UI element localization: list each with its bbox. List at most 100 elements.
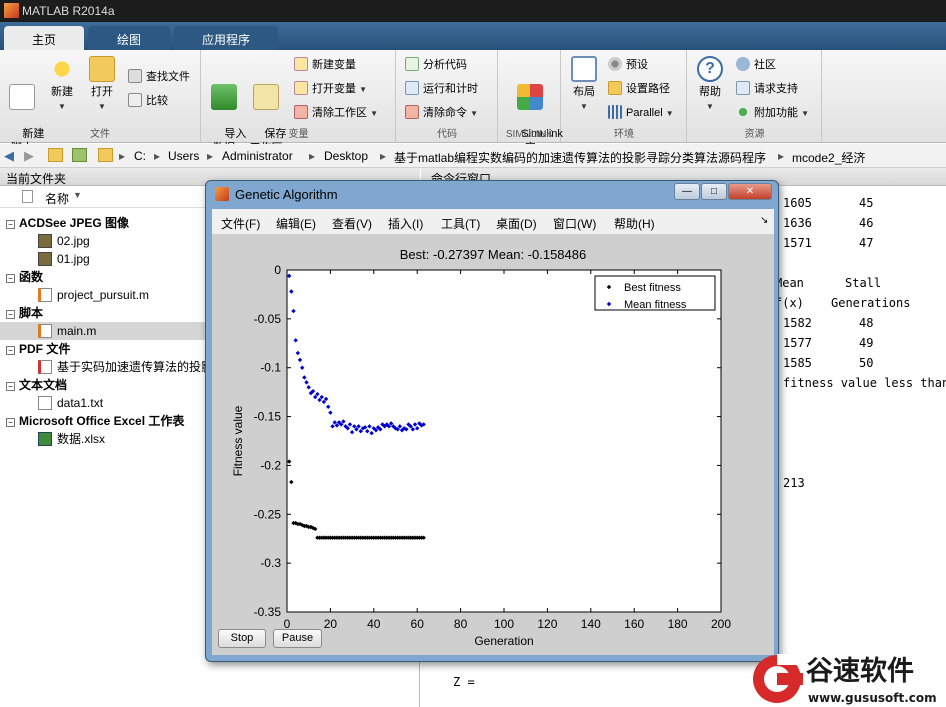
matlab-figure-icon [215, 187, 229, 201]
y-tick-label: -0.15 [254, 410, 282, 424]
stop-button[interactable]: Stop [218, 629, 266, 648]
save-workspace-icon [253, 84, 279, 110]
cmd-text: f(x) [775, 296, 804, 310]
cmd-text: 47 [859, 236, 874, 250]
group-code: 分析代码 运行和计时 清除命令 ▼ 代码 [397, 50, 498, 142]
cmd-text: 1605 [783, 196, 812, 210]
fitness-plot[interactable]: 0 20 40 60 80 100 120 140 160 180 2000-0.05-0.1-0.… [212, 235, 774, 655]
y-tick-label: 0 [274, 263, 281, 277]
breadcrumb-mcode2[interactable]: mcode2_经济 [792, 149, 865, 166]
collapse-icon[interactable]: − [6, 346, 15, 355]
collapse-icon[interactable]: − [6, 274, 15, 283]
cmd-text: 45 [859, 196, 874, 210]
x-tick-label: 120 [537, 617, 557, 631]
menu-edit[interactable]: 编辑(E) [276, 215, 316, 232]
tab-home[interactable]: 主页 [4, 26, 84, 50]
collapse-icon[interactable]: − [6, 382, 15, 391]
collapse-icon[interactable]: − [6, 418, 15, 427]
cmd-text: 46 [859, 216, 874, 230]
gusu-logo-icon: 谷速软件 www.gususoft.com [753, 654, 937, 705]
x-tick-label: 140 [581, 617, 601, 631]
menu-window[interactable]: 窗口(W) [553, 215, 596, 232]
breadcrumb-administrator[interactable]: Administrator [222, 149, 293, 163]
dock-arrow-icon[interactable]: ↘ [760, 215, 768, 226]
plus-icon [49, 56, 75, 82]
request-support-button[interactable]: 请求支持 [736, 80, 798, 98]
open-button[interactable]: 打开 ▼ [84, 56, 120, 114]
run-and-time-button[interactable]: 运行和计时 [405, 80, 478, 98]
y-tick-label: -0.2 [260, 458, 281, 472]
breadcrumb-project-folder[interactable]: 基于matlab编程实数编码的加速遗传算法的投影寻踪分类算法源码程序 [394, 149, 766, 166]
add-ons-icon [736, 105, 750, 119]
breadcrumb-drive[interactable]: C: [134, 149, 146, 163]
y-tick-label: -0.35 [254, 605, 282, 619]
set-path-button[interactable]: 设置路径 [608, 80, 670, 98]
forward-arrow-icon[interactable]: ▶ [24, 148, 34, 164]
maximize-button[interactable]: □ [701, 183, 727, 200]
compare-button[interactable]: 比较 [128, 92, 168, 110]
cmd-text: Mean [775, 276, 804, 290]
breadcrumb-separator: ▸ [119, 149, 126, 163]
figure-client-area: Best: -0.27397 Mean: -0.158486 0 20 40 60 80… [212, 235, 774, 655]
new-variable-button[interactable]: 新建变量 [294, 56, 356, 74]
breadcrumb-separator: ▸ [778, 149, 785, 163]
minimize-button[interactable]: — [674, 183, 700, 200]
menu-help[interactable]: 帮助(H) [614, 215, 655, 232]
tab-plots[interactable]: 绘图 [88, 26, 170, 50]
x-tick-label: 80 [454, 617, 468, 631]
help-button[interactable]: ? 帮助 ▼ [692, 56, 728, 114]
excel-file-icon [38, 432, 52, 446]
x-tick-label: 40 [367, 617, 381, 631]
new-button[interactable]: 新建 ▼ [44, 56, 80, 114]
collapse-icon[interactable]: − [6, 310, 15, 319]
menu-file[interactable]: 文件(F) [221, 215, 260, 232]
text-file-icon [38, 396, 52, 410]
figure-title-bar[interactable]: Genetic Algorithm — □ ✕ [206, 181, 778, 207]
breadcrumb-users[interactable]: Users [168, 149, 199, 163]
clear-commands-button[interactable]: 清除命令 ▼ [405, 104, 478, 122]
cmd-text: 1582 [783, 316, 812, 330]
open-variable-button[interactable]: 打开变量 ▼ [294, 80, 367, 98]
menu-tools[interactable]: 工具(T) [441, 215, 480, 232]
breadcrumb-separator: ▸ [380, 149, 387, 163]
file-header-icon [22, 190, 33, 203]
community-button[interactable]: 社区 [736, 56, 776, 74]
preferences-button[interactable]: 预设 [608, 56, 648, 74]
back-arrow-icon[interactable]: ◀ [4, 148, 14, 164]
menu-desktop[interactable]: 桌面(D) [496, 215, 537, 232]
parallel-button[interactable]: Parallel ▼ [608, 104, 674, 122]
y-tick-label: -0.05 [254, 312, 282, 326]
pause-button[interactable]: Pause [273, 629, 322, 648]
breadcrumb-desktop[interactable]: Desktop [324, 149, 368, 163]
analyze-icon [405, 57, 419, 71]
menu-insert[interactable]: 插入(I) [388, 215, 423, 232]
analyze-code-button[interactable]: 分析代码 [405, 56, 467, 74]
cmd-text: 1571 [783, 236, 812, 250]
app-title: MATLAB R2014a [22, 4, 115, 18]
svg-text:www.gususoft.com: www.gususoft.com [808, 691, 937, 705]
find-files-button[interactable]: 查找文件 [128, 68, 190, 86]
jpeg-file-icon [38, 234, 52, 248]
help-icon: ? [697, 56, 723, 82]
collapse-icon[interactable]: − [6, 220, 15, 229]
up-folder-icon[interactable] [48, 148, 63, 162]
layout-button[interactable]: 布局 ▼ [566, 56, 602, 114]
group-resources-label: 资源 [744, 129, 765, 140]
close-button[interactable]: ✕ [728, 183, 772, 200]
group-variable: 导入 数据 保存 工作区 新建变量 打开变量 ▼ 清除工作区 ▼ 变量 [202, 50, 396, 154]
cmd-text: Stall [845, 276, 882, 290]
genetic-algorithm-figure-window[interactable]: Genetic Algorithm — □ ✕ 文件(F) 编辑(E) 查看(V… [205, 180, 779, 662]
cmd-text: 1577 [783, 336, 812, 350]
browse-folder-icon[interactable] [72, 148, 87, 162]
clear-workspace-button[interactable]: 清除工作区 ▼ [294, 104, 378, 122]
menu-view[interactable]: 查看(V) [332, 215, 372, 232]
set-path-icon [608, 81, 622, 95]
group-file-label: 文件 [90, 129, 110, 140]
layout-icon [571, 56, 597, 82]
add-ons-button[interactable]: 附加功能 ▼ [736, 104, 809, 122]
x-tick-label: 100 [494, 617, 514, 631]
group-simulink-label: SIMULINK [505, 129, 554, 140]
plot-area [286, 269, 722, 613]
tab-apps[interactable]: 应用程序 [174, 26, 278, 50]
folder-icon [89, 56, 115, 82]
